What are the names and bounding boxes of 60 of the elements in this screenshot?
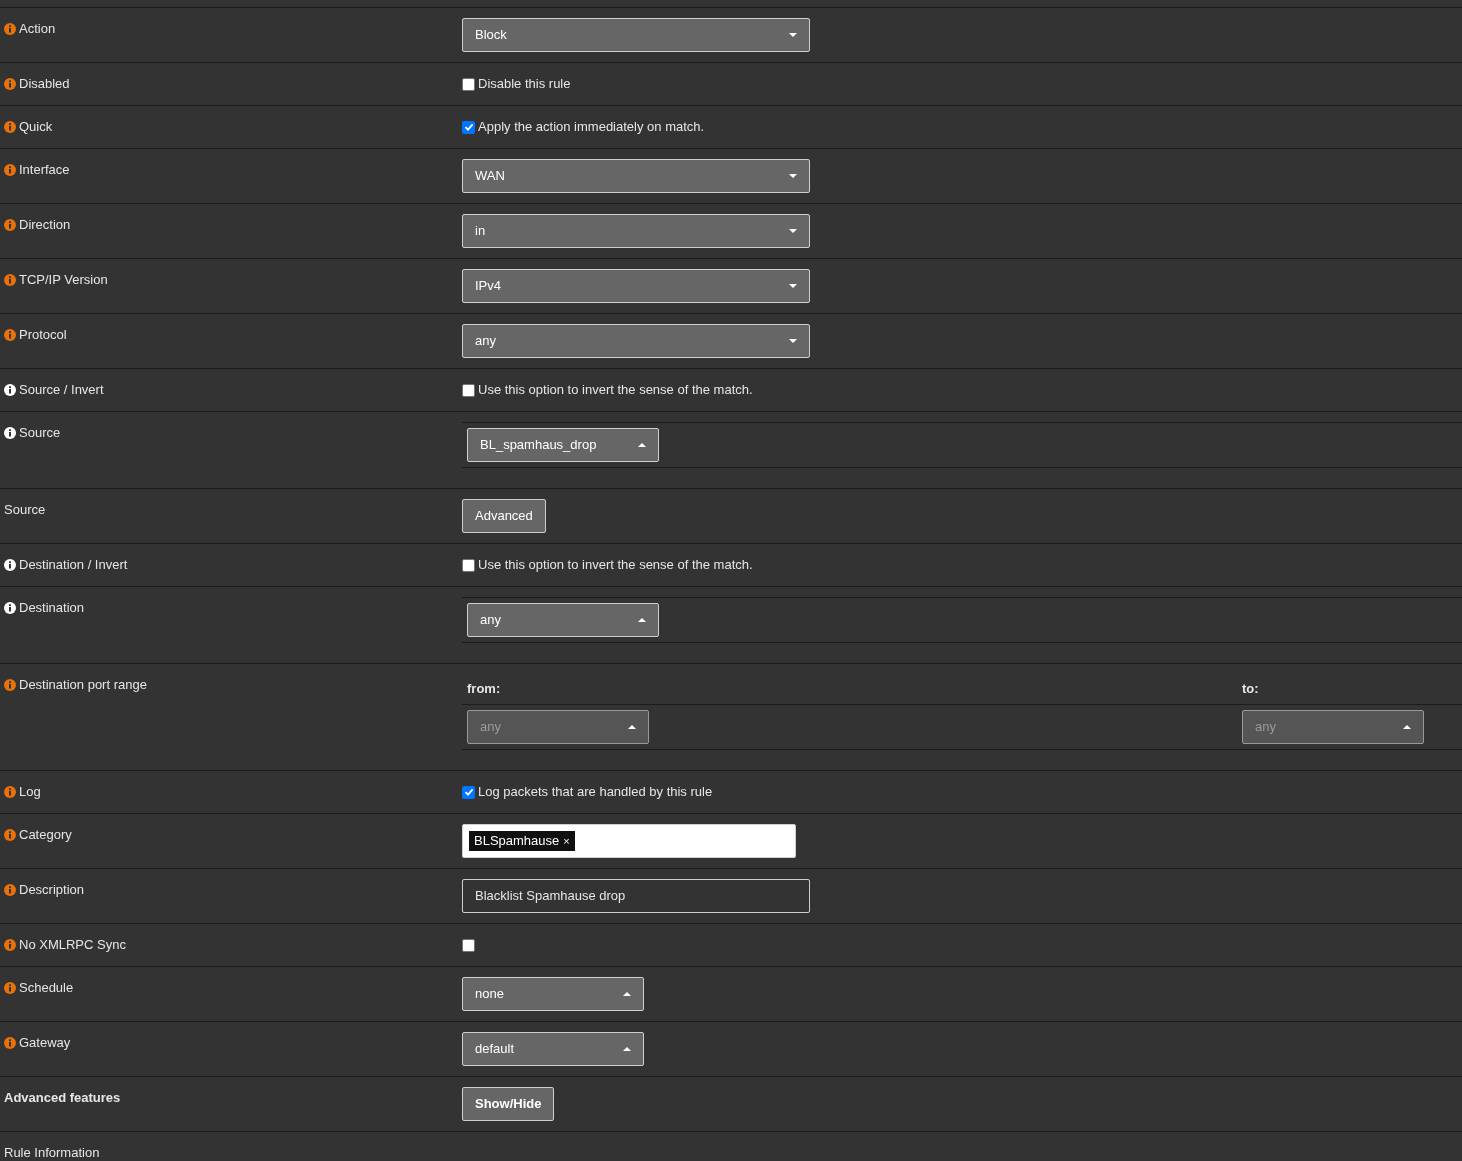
action-button[interactable]: Show/Hide — [462, 1087, 555, 1121]
select-dropdown[interactable]: WAN — [462, 159, 810, 193]
checkbox-label: Apply the action immediately on match. — [478, 118, 705, 137]
tag-remove-button[interactable]: × — [563, 832, 570, 850]
caret-icon — [789, 32, 797, 38]
checkbox[interactable] — [462, 120, 475, 134]
checkbox[interactable] — [462, 785, 475, 799]
select-dropdown[interactable]: in — [462, 214, 810, 248]
field-label: Log — [19, 783, 41, 802]
field-label: Interface — [19, 161, 70, 180]
field-label: Source — [4, 501, 46, 520]
caret-icon — [789, 173, 797, 179]
field-label: Gateway — [19, 1034, 71, 1053]
field-label: Disabled — [19, 75, 70, 94]
caret-icon — [638, 617, 646, 623]
field-label: Rule Information — [4, 1144, 100, 1161]
field-label: Source / Invert — [19, 381, 104, 400]
field-label: Protocol — [19, 326, 67, 345]
caret-icon — [789, 338, 797, 344]
action-button[interactable]: Advanced — [462, 499, 546, 533]
field-label: Description — [19, 881, 85, 900]
field-label: Source — [19, 424, 61, 443]
checkbox[interactable] — [462, 383, 475, 397]
checkbox[interactable] — [462, 938, 475, 952]
field-label: Destination — [19, 599, 85, 618]
tag-text: BLSpamhause — [474, 832, 560, 851]
field-label: Destination / Invert — [19, 556, 128, 575]
checkbox-label: Use this option to invert the sense of the match. — [478, 556, 753, 575]
select-dropdown[interactable]: any — [462, 324, 810, 358]
field-label: Schedule — [19, 979, 74, 998]
field-label: Direction — [19, 216, 71, 235]
caret-icon — [789, 228, 797, 234]
description-field[interactable]: Blacklist Spamhause drop — [462, 879, 810, 913]
checkbox-label: Use this option to invert the sense of the match. — [478, 381, 753, 400]
caret-icon — [623, 991, 631, 997]
field-label: Quick — [19, 118, 53, 137]
field-label: Advanced features — [4, 1089, 121, 1108]
select-dropdown[interactable]: any — [467, 603, 659, 637]
caret-icon — [628, 724, 636, 730]
field-label: No XMLRPC Sync — [19, 936, 126, 955]
select-dropdown[interactable]: Block — [462, 18, 810, 52]
checkbox-label: Log packets that are handled by this rule — [478, 783, 713, 802]
field-label: Destination port range — [19, 676, 147, 695]
field-label: Category — [19, 826, 72, 845]
tag-input-field[interactable]: BLSpamhause × — [462, 824, 796, 858]
port-label: from: — [466, 679, 502, 698]
caret-icon — [638, 442, 646, 448]
port-label: to: — [1241, 679, 1260, 698]
field-label: TCP/IP Version — [19, 271, 108, 290]
caret-icon — [1403, 724, 1411, 730]
select-dropdown[interactable]: none — [462, 977, 644, 1011]
field-label: Action — [19, 20, 56, 39]
select-dropdown[interactable]: default — [462, 1032, 644, 1066]
caret-icon — [623, 1046, 631, 1052]
caret-icon — [789, 283, 797, 289]
select-dropdown[interactable]: IPv4 — [462, 269, 810, 303]
checkbox[interactable] — [462, 558, 475, 572]
checkbox[interactable] — [462, 77, 475, 91]
select-dropdown[interactable]: BL_spamhaus_drop — [467, 428, 659, 462]
checkbox-label: Disable this rule — [478, 75, 571, 94]
